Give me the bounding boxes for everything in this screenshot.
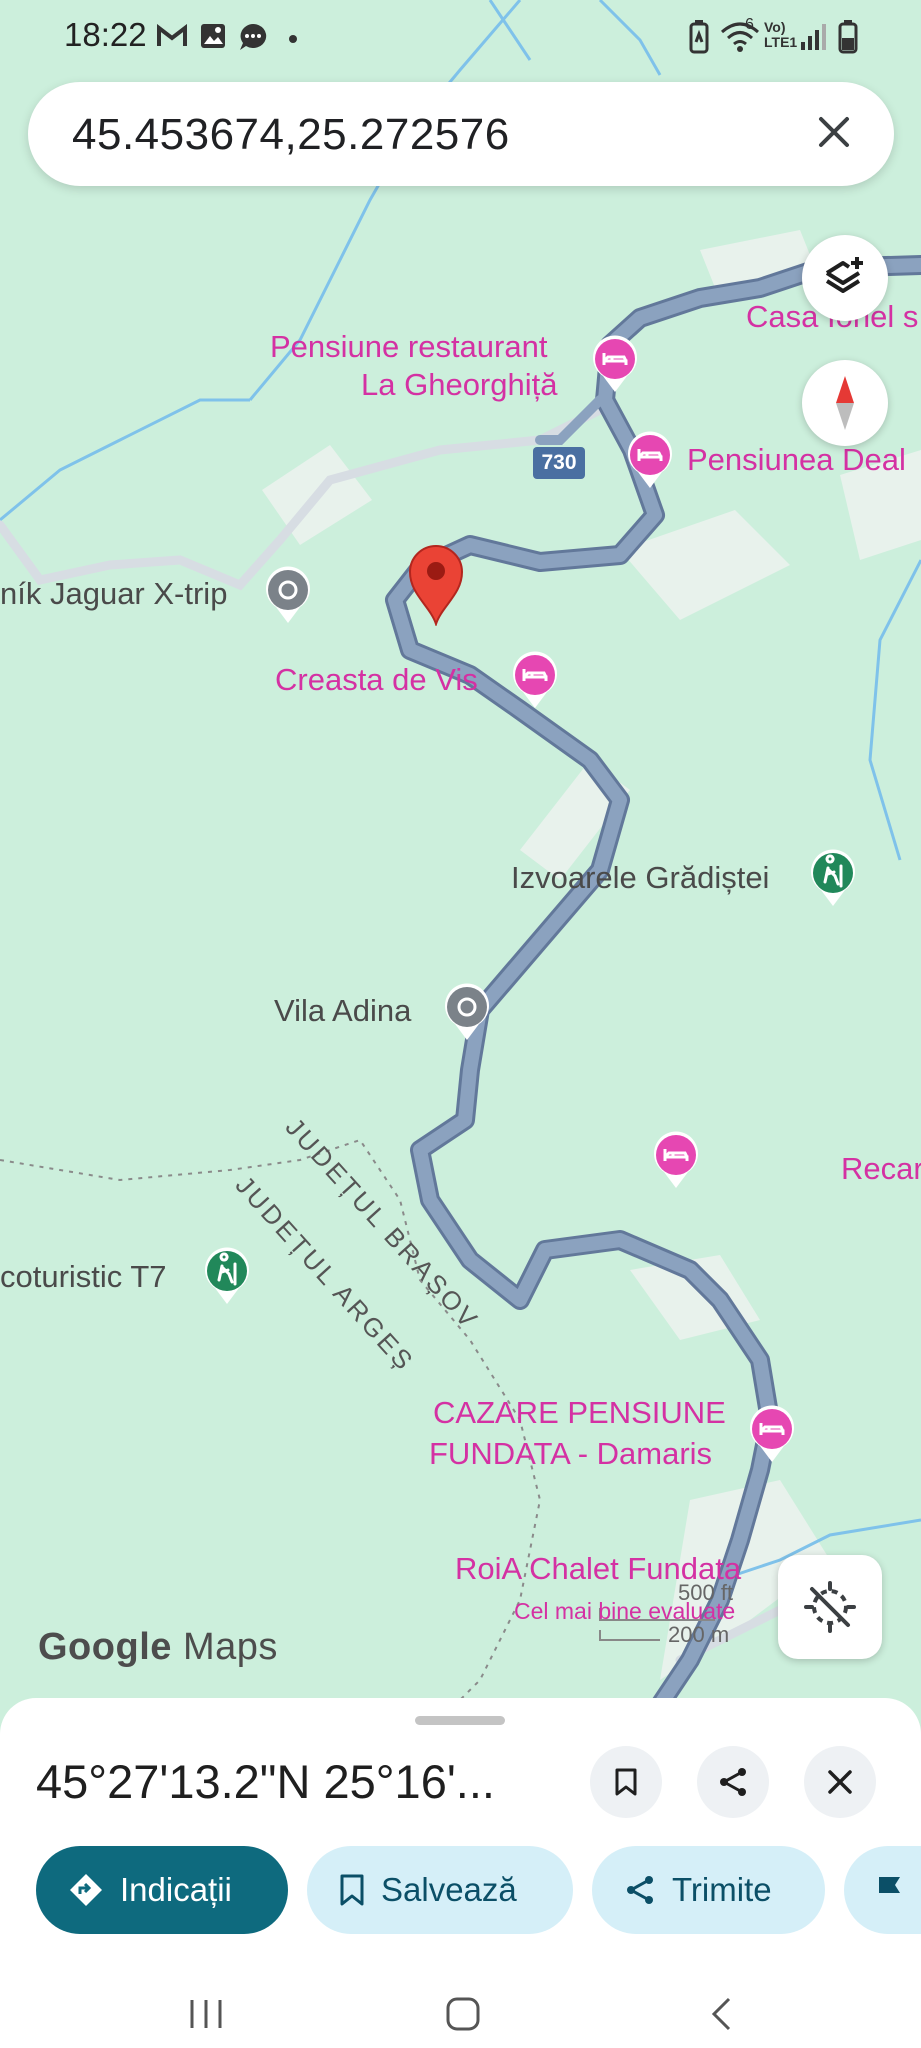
- wifi-badge: 6: [745, 16, 754, 33]
- poi-label-fundata-damaris[interactable]: FUNDATA - Damaris: [429, 1435, 712, 1473]
- poi-marker-hotel[interactable]: [510, 650, 560, 710]
- place-title: 45°27'13.2"N 25°16'...: [36, 1755, 495, 1808]
- close-sheet-button[interactable]: [804, 1746, 876, 1818]
- poi-label-recar[interactable]: Recar: [841, 1150, 921, 1188]
- battery-icon: [838, 20, 858, 54]
- google-maps-logo: Google Maps: [38, 1626, 278, 1668]
- directions-label: Indicații: [120, 1871, 232, 1908]
- layers-button[interactable]: [802, 235, 888, 321]
- compass-icon: [836, 376, 854, 430]
- share-icon: [720, 1768, 746, 1796]
- poi-label-pensiune-restaurant[interactable]: Pensiune restaurant: [270, 328, 547, 366]
- poi-marker-hiking[interactable]: [202, 1246, 252, 1306]
- directions-button[interactable]: Indicații: [36, 1846, 288, 1934]
- wifi-icon: [721, 22, 759, 52]
- share-action-button[interactable]: Trimite: [592, 1846, 825, 1934]
- my-location-button[interactable]: [778, 1555, 882, 1659]
- poi-marker-hotel[interactable]: [590, 334, 640, 394]
- poi-label-jaguar-x-trip[interactable]: ník Jaguar X-trip: [0, 575, 227, 613]
- home-icon[interactable]: [445, 1996, 481, 2032]
- save-button[interactable]: Salvează: [307, 1846, 573, 1934]
- poi-label-cazare-pensiune[interactable]: CAZARE PENSIUNE: [433, 1394, 726, 1432]
- poi-marker-hiking[interactable]: [808, 848, 858, 908]
- search-input[interactable]: 45.453674,25.272576: [72, 110, 510, 160]
- share-label: Trimite: [672, 1871, 772, 1908]
- search-bar[interactable]: 45.453674,25.272576: [28, 82, 894, 186]
- poi-label-vila-adina[interactable]: Vila Adina: [274, 992, 411, 1030]
- share-button[interactable]: [697, 1746, 769, 1818]
- poi-marker-hotel[interactable]: [651, 1130, 701, 1190]
- location-off-icon: [804, 1581, 856, 1633]
- poi-label-la-gheorghita[interactable]: La Gheorghiță: [361, 366, 557, 404]
- poi-marker-hotel[interactable]: [625, 430, 675, 490]
- save-label: Salvează: [381, 1871, 517, 1908]
- gmail-icon: [157, 24, 187, 46]
- back-icon[interactable]: [708, 1996, 734, 2032]
- road-number-badge: 730: [533, 447, 585, 479]
- layers-icon: [825, 257, 863, 293]
- signal-icon: [801, 24, 826, 50]
- close-icon: [828, 1770, 852, 1794]
- flag-icon: [879, 1877, 900, 1904]
- poi-label-izvoarele-gradistei[interactable]: Izvoarele Grădiștei: [511, 859, 769, 897]
- poi-label-ecoturistic-t7[interactable]: coturistic T7: [0, 1258, 167, 1296]
- poi-label-creasta-de-vis[interactable]: Creasta de Vis: [275, 661, 478, 699]
- bookmark-icon: [615, 1768, 637, 1796]
- drag-handle[interactable]: [415, 1716, 505, 1725]
- report-button[interactable]: [844, 1846, 921, 1934]
- message-icon: [240, 23, 267, 50]
- poi-marker-hotel[interactable]: [747, 1404, 797, 1464]
- scale-bar-meters: 200 m: [668, 1622, 730, 1647]
- status-bar: 18:22 6 Vo) LTE1: [0, 0, 921, 74]
- location-pin-icon[interactable]: [406, 542, 466, 626]
- poi-marker-place[interactable]: [442, 982, 492, 1042]
- dot-icon: [289, 35, 297, 43]
- bookmark-icon: [340, 1874, 364, 1906]
- share-icon: [627, 1876, 653, 1904]
- place-bottom-sheet[interactable]: 45°27'13.2"N 25°16'... Indicații Salveaz…: [0, 1698, 921, 1976]
- directions-icon: [70, 1874, 102, 1906]
- scale-bar-feet: 500 ft: [678, 1580, 734, 1605]
- poi-label-pensiunea-deal[interactable]: Pensiunea Deal: [687, 441, 906, 479]
- battery-saver-icon: [689, 20, 709, 54]
- recent-apps-icon[interactable]: [188, 1998, 224, 2030]
- gallery-icon: [201, 24, 225, 48]
- compass-button[interactable]: [802, 360, 888, 446]
- volte-indicator: Vo) LTE1: [764, 19, 798, 50]
- close-icon[interactable]: [804, 102, 864, 162]
- poi-marker-place[interactable]: [263, 565, 313, 625]
- save-bookmark-button[interactable]: [590, 1746, 662, 1818]
- system-nav-bar: [0, 1976, 921, 2048]
- status-time: 18:22: [64, 16, 147, 53]
